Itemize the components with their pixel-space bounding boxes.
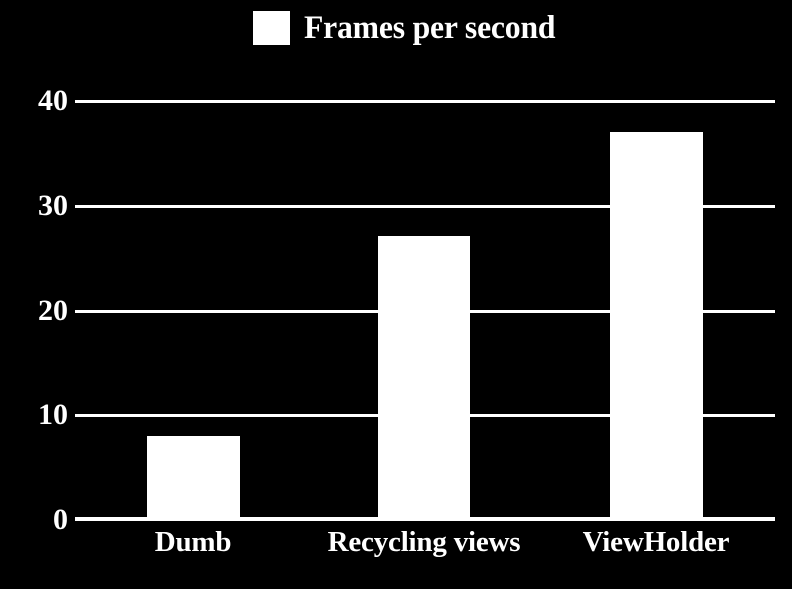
gridline-40 bbox=[75, 100, 775, 103]
x-axis: Dumb Recycling views ViewHolder bbox=[75, 528, 775, 578]
x-tick-label-recycling-views: Recycling views bbox=[327, 526, 521, 558]
y-tick-label-30: 30 bbox=[38, 189, 68, 222]
bar-chart: Frames per second 0 10 20 30 40 Dumb Rec… bbox=[0, 0, 792, 589]
y-tick-label-0: 0 bbox=[53, 503, 68, 536]
y-tick-label-40: 40 bbox=[38, 84, 68, 117]
chart-legend: Frames per second bbox=[253, 8, 566, 48]
bar-recycling-views[interactable] bbox=[378, 236, 470, 520]
x-tick-label-viewholder: ViewHolder bbox=[582, 526, 730, 558]
plot-area bbox=[75, 100, 775, 521]
legend-swatch-square-icon bbox=[253, 11, 290, 45]
y-tick-label-20: 20 bbox=[38, 294, 68, 327]
y-tick-label-10: 10 bbox=[38, 398, 68, 431]
y-axis: 0 10 20 30 40 bbox=[0, 86, 68, 535]
x-tick-label-dumb: Dumb bbox=[154, 526, 232, 558]
bar-viewholder[interactable] bbox=[610, 132, 703, 520]
bar-dumb[interactable] bbox=[147, 436, 240, 520]
legend-entry-label: Frames per second bbox=[304, 9, 556, 46]
